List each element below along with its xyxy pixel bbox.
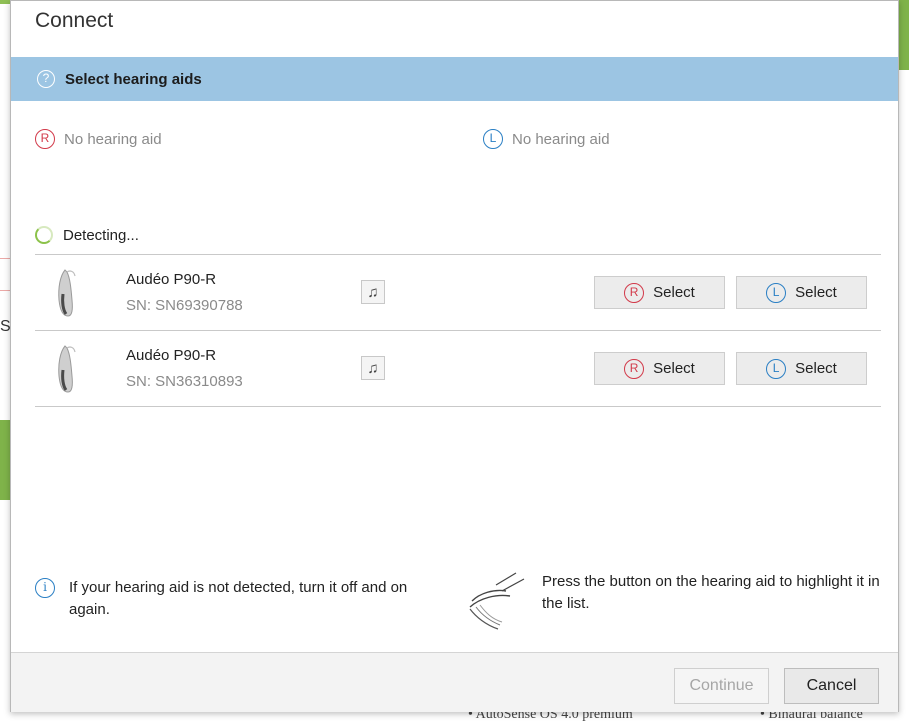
help-icon[interactable]: ? [37, 70, 55, 88]
device-list: Audéo P90-R SN: SN69390788 ♫ R Select L … [35, 254, 881, 407]
background-green-panel-right [899, 0, 909, 70]
right-side-icon: R [624, 282, 645, 303]
right-side-value: No hearing aid [64, 130, 162, 148]
detecting-label: Detecting... [63, 226, 139, 244]
spinner-icon [35, 226, 53, 244]
device-serial: SN: SN36310893 [126, 373, 243, 390]
select-label: Select [653, 284, 695, 301]
left-side-value: No hearing aid [512, 130, 610, 148]
hearing-aid-icon [51, 344, 81, 399]
music-note-icon: ♫ [367, 359, 379, 377]
step-header: ? Select hearing aids [11, 57, 898, 101]
detecting-status: Detecting... [35, 226, 139, 244]
left-side-icon: L [483, 129, 503, 149]
play-beep-button[interactable]: ♫ [361, 280, 385, 304]
left-side-slot: L No hearing aid [483, 129, 610, 149]
device-row[interactable]: Audéo P90-R SN: SN69390788 ♫ R Select L … [35, 255, 881, 331]
select-right-button[interactable]: R Select [594, 276, 725, 309]
select-label: Select [795, 284, 837, 301]
step-label: Select hearing aids [65, 70, 202, 88]
continue-button[interactable]: Continue [674, 668, 769, 704]
right-side-icon: R [35, 129, 55, 149]
right-side-icon: R [624, 358, 645, 379]
info-icon: i [35, 578, 55, 598]
hint-text: Press the button on the hearing aid to h… [542, 573, 880, 612]
select-label: Select [653, 360, 695, 377]
left-side-icon: L [766, 358, 787, 379]
select-right-button[interactable]: R Select [594, 352, 725, 385]
right-side-slot: R No hearing aid [35, 129, 162, 149]
play-beep-button[interactable]: ♫ [361, 356, 385, 380]
hint-message: Press the button on the hearing aid to h… [466, 571, 882, 636]
info-text: If your hearing aid is not detected, tur… [69, 579, 408, 618]
cancel-button[interactable]: Cancel [784, 668, 879, 704]
info-message: i If your hearing aid is not detected, t… [35, 577, 449, 621]
select-label: Select [795, 360, 837, 377]
left-side-icon: L [766, 282, 787, 303]
background-divider [0, 258, 10, 259]
background-divider [0, 290, 10, 291]
dialog-footer: Continue Cancel [11, 652, 898, 712]
press-button-illustration-icon [466, 571, 528, 636]
background-green-panel-left [0, 420, 10, 500]
dialog-title: Connect [35, 9, 114, 32]
device-serial: SN: SN69390788 [126, 297, 243, 314]
connect-dialog: Connect ? Select hearing aids R No heari… [10, 0, 899, 712]
music-note-icon: ♫ [367, 283, 379, 301]
device-name: Audéo P90-R [126, 271, 217, 288]
select-left-button[interactable]: L Select [736, 276, 867, 309]
device-row[interactable]: Audéo P90-R SN: SN36310893 ♫ R Select L … [35, 331, 881, 407]
device-name: Audéo P90-R [126, 347, 217, 364]
hearing-aid-icon [51, 268, 81, 323]
select-left-button[interactable]: L Select [736, 352, 867, 385]
